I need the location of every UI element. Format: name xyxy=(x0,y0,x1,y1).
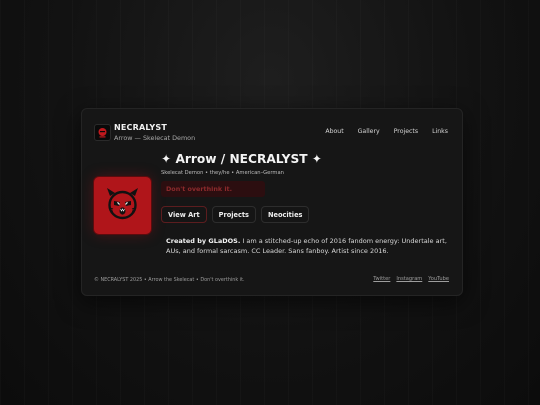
instagram-link[interactable]: Instagram xyxy=(396,276,422,282)
footer-links: Twitter Instagram YouTube xyxy=(373,276,449,282)
about-text: Created by GLaDOS. I am a stitched-up ec… xyxy=(166,236,451,256)
skelecat-logo-icon xyxy=(94,124,111,141)
profile-card: NECRALYST Arrow — Skelecat Demon About G… xyxy=(81,108,463,296)
projects-button[interactable]: Projects xyxy=(211,206,256,223)
brand-title: NECRALYST xyxy=(114,123,168,132)
view-art-button[interactable]: View Art xyxy=(161,206,207,223)
brand-subtitle: Arrow — Skelecat Demon xyxy=(114,134,196,142)
nav-projects[interactable]: Projects xyxy=(394,128,418,135)
about-lead: Created by GLaDOS. xyxy=(166,237,241,245)
profile-meta: Skelecat Demon • they/he • American–Germ… xyxy=(161,170,284,176)
nav-links[interactable]: Links xyxy=(432,128,448,135)
footer-text: © NECRALYST 2025 • Arrow the Skelecat • … xyxy=(94,277,245,283)
youtube-link[interactable]: YouTube xyxy=(428,276,449,282)
top-nav: About Gallery Projects Links xyxy=(325,128,448,135)
nav-gallery[interactable]: Gallery xyxy=(358,128,380,135)
twitter-link[interactable]: Twitter xyxy=(373,276,390,282)
warning-badge: Don't overthink it. xyxy=(161,181,265,197)
skelecat-demon-avatar xyxy=(94,177,151,234)
nav-about[interactable]: About xyxy=(325,128,343,135)
profile-title: ✦ Arrow / NECRALYST ✦ xyxy=(161,152,323,166)
neocities-button[interactable]: Neocities xyxy=(260,206,310,223)
action-buttons: View Art Projects Neocities xyxy=(161,206,310,223)
